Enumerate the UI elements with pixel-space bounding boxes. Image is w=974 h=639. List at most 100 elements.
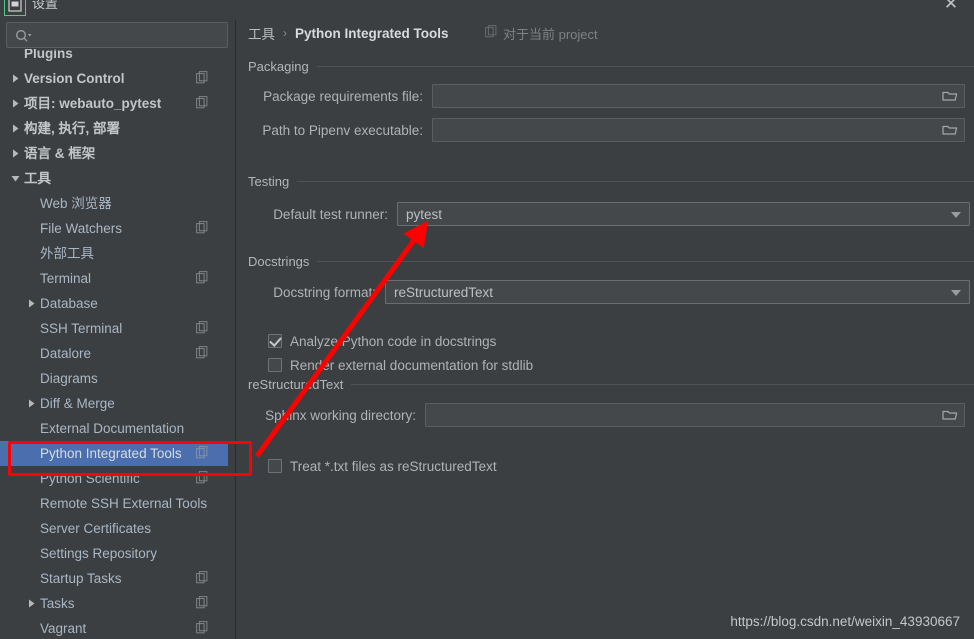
sidebar-item-version-control[interactable]: Version Control — [0, 66, 228, 91]
close-icon[interactable]: ✕ — [938, 0, 964, 16]
sidebar-item-label: Vagrant — [40, 621, 87, 636]
folder-icon[interactable] — [942, 408, 958, 422]
sidebar-item-[interactable]: 外部工具 — [0, 241, 228, 266]
sidebar-item-label: Diff & Merge — [40, 396, 115, 411]
window-titlebar: 设置 ✕ — [0, 0, 974, 20]
watermark-url: https://blog.csdn.net/weixin_43930667 — [730, 614, 960, 629]
sidebar-item-plugins[interactable]: Plugins — [0, 49, 228, 66]
section-docstrings: Docstrings — [248, 252, 974, 270]
section-docstrings-title: Docstrings — [248, 253, 318, 269]
search-box-container — [6, 22, 228, 48]
sphinx-working-directory-input[interactable] — [425, 403, 965, 427]
section-restructuredtext: reStructuredText — [248, 375, 974, 393]
checkbox-render-external-documentation[interactable]: Render external documentation for stdlib — [268, 355, 533, 375]
checkbox-treat-txt-as-rst[interactable]: Treat *.txt files as reStructuredText — [268, 456, 497, 476]
chevron-right-icon[interactable] — [8, 72, 22, 86]
chevron-down-icon[interactable] — [951, 290, 961, 296]
field-label-docstring-format: Docstring format: — [273, 284, 376, 300]
sidebar-item-label: Python Integrated Tools — [40, 446, 182, 461]
pipenv-path-input[interactable] — [432, 118, 965, 142]
sidebar-item-file-watchers[interactable]: File Watchers — [0, 216, 228, 241]
chevron-right-icon[interactable] — [24, 597, 38, 611]
sidebar-item-database[interactable]: Database — [0, 291, 228, 316]
docstring-format-value: reStructuredText — [394, 284, 494, 300]
search-input[interactable] — [37, 23, 223, 47]
checkbox-analyze-python-code[interactable]: Analyze Python code in docstrings — [268, 331, 496, 351]
sidebar-item-label: Settings Repository — [40, 546, 158, 561]
sidebar-item-ssh-terminal[interactable]: SSH Terminal — [0, 316, 228, 341]
section-restructuredtext-title: reStructuredText — [248, 376, 352, 392]
chevron-right-icon[interactable] — [8, 122, 22, 136]
sidebar-item-label: 项目: webauto_pytest — [24, 96, 162, 111]
field-default-test-runner: Default test runner: pytest — [248, 202, 974, 226]
checkbox-treat-txt-as-rst-box[interactable] — [268, 459, 282, 473]
sidebar-item-diff-merge[interactable]: Diff & Merge — [0, 391, 228, 416]
copy-icon — [196, 346, 210, 360]
sidebar-item-terminal[interactable]: Terminal — [0, 266, 228, 291]
sidebar-scrollbar-track[interactable] — [228, 125, 235, 639]
chevron-right-icon[interactable] — [8, 97, 22, 111]
section-testing-header: Testing — [248, 172, 974, 190]
sidebar-item-label: Diagrams — [40, 371, 98, 386]
sidebar-item-vagrant[interactable]: Vagrant — [0, 616, 228, 639]
breadcrumb-root[interactable]: 工具 — [248, 23, 275, 43]
copy-icon — [196, 96, 210, 110]
sidebar-item-label: Startup Tasks — [40, 571, 122, 586]
field-docstring-format: Docstring format: reStructuredText — [248, 280, 974, 304]
sidebar-item-external-documentation[interactable]: External Documentation — [0, 416, 228, 441]
search-box[interactable] — [6, 22, 228, 48]
sidebar-item-label: Datalore — [40, 346, 92, 361]
sidebar-item-label: SSH Terminal — [40, 321, 123, 336]
sidebar-item-diagrams[interactable]: Diagrams — [0, 366, 228, 391]
sidebar-item-[interactable]: 工具 — [0, 166, 228, 191]
checkbox-render-external-documentation-label: Render external documentation for stdlib — [290, 357, 534, 373]
default-test-runner-select[interactable]: pytest — [397, 202, 970, 226]
sidebar-item-settings-repository[interactable]: Settings Repository — [0, 541, 228, 566]
sidebar-item-startup-tasks[interactable]: Startup Tasks — [0, 566, 228, 591]
sidebar-item-remote-ssh-external-tools[interactable]: Remote SSH External Tools — [0, 491, 228, 516]
chevron-right-icon[interactable] — [24, 297, 38, 311]
section-testing: Testing — [248, 172, 974, 190]
sidebar-item-label: Version Control — [24, 71, 125, 86]
section-packaging: Packaging — [248, 57, 974, 75]
field-label-package-requirements-file: Package requirements file: — [263, 88, 423, 104]
chevron-down-icon[interactable] — [8, 172, 22, 186]
sidebar-item-python-scientific[interactable]: Python Scientific — [0, 466, 228, 491]
checkbox-analyze-python-code-box[interactable] — [268, 334, 282, 348]
docstring-format-select[interactable]: reStructuredText — [385, 280, 970, 304]
package-requirements-file-input[interactable] — [432, 84, 965, 108]
sidebar-item-tasks[interactable]: Tasks — [0, 591, 228, 616]
sidebar-item-label: Remote SSH External Tools — [40, 496, 208, 511]
sidebar-item-python-integrated-tools[interactable]: Python Integrated Tools — [0, 441, 228, 466]
chevron-down-icon[interactable] — [951, 212, 961, 218]
checkbox-render-external-documentation-box[interactable] — [268, 358, 282, 372]
copy-icon — [196, 271, 210, 285]
sidebar-item-datalore[interactable]: Datalore — [0, 341, 228, 366]
folder-icon[interactable] — [942, 123, 958, 137]
sidebar-item-label: 外部工具 — [40, 246, 94, 261]
chevron-right-icon[interactable] — [8, 147, 22, 161]
checkbox-treat-txt-as-rst-label: Treat *.txt files as reStructuredText — [290, 458, 497, 474]
sidebar-item-[interactable]: 构建, 执行, 部署 — [0, 116, 228, 141]
chevron-right-icon[interactable] — [24, 397, 38, 411]
sidebar-item-label: Server Certificates — [40, 521, 152, 536]
sidebar-item-web[interactable]: Web 浏览器 — [0, 191, 228, 216]
copy-icon — [196, 571, 210, 585]
copy-icon — [196, 446, 210, 460]
copy-icon — [196, 71, 210, 85]
section-restructuredtext-header: reStructuredText — [248, 375, 974, 393]
breadcrumb: 工具 › Python Integrated Tools — [248, 22, 449, 44]
sidebar-item-server-certificates[interactable]: Server Certificates — [0, 516, 228, 541]
field-label-pipenv-path: Path to Pipenv executable: — [262, 122, 423, 138]
sidebar-item-label: Python Scientific — [40, 471, 140, 486]
sidebar-item-webauto-pytest[interactable]: 项目: webauto_pytest — [0, 91, 228, 116]
copy-icon — [196, 471, 210, 485]
sidebar-item-label: External Documentation — [40, 421, 185, 436]
search-icon — [15, 28, 33, 44]
sidebar-item-[interactable]: 语言 & 框架 — [0, 141, 228, 166]
settings-sidebar: Plugins Version Control 项目: webauto_pytest… — [0, 20, 236, 639]
sidebar-item-label: File Watchers — [40, 221, 123, 236]
sidebar-item-label: 构建, 执行, 部署 — [24, 121, 121, 136]
copy-icon — [196, 596, 210, 610]
folder-icon[interactable] — [942, 89, 958, 103]
